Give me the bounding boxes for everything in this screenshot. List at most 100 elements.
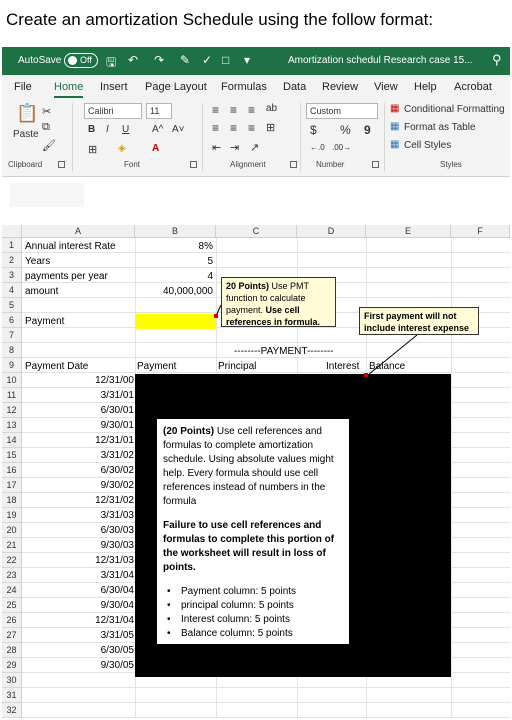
name-box[interactable] — [10, 183, 84, 207]
copy-icon[interactable]: ⧉ — [42, 121, 50, 134]
font-color-icon[interactable]: A — [152, 143, 159, 154]
undo-icon[interactable]: ↶ — [128, 53, 138, 67]
tab-insert[interactable]: Insert — [100, 81, 128, 93]
decrease-decimal-icon[interactable]: .00→ — [332, 143, 351, 152]
increase-indent-icon[interactable]: ⇥ — [230, 141, 239, 154]
list-item: Interest column: 5 points — [167, 613, 343, 627]
document-title: Amortization schedul Research case 15... — [288, 55, 473, 66]
row-header[interactable]: 26 — [2, 613, 22, 628]
payment-date-cell: 9/30/03 — [100, 540, 134, 551]
row-header[interactable]: 23 — [2, 568, 22, 583]
bold-button[interactable]: B — [88, 124, 95, 135]
align-middle-icon[interactable]: ≡ — [230, 103, 237, 117]
italic-button[interactable]: I — [106, 124, 109, 135]
tab-view[interactable]: View — [374, 81, 398, 93]
save-icon[interactable]: 🖫 — [106, 53, 116, 74]
paste-icon[interactable]: 📋 — [16, 103, 38, 124]
instructions-points: (20 Points) — [163, 426, 215, 437]
merge-center-icon[interactable]: ⊞ — [266, 121, 275, 134]
tab-help[interactable]: Help — [414, 81, 437, 93]
percent-button[interactable]: % — [340, 123, 351, 137]
font-name-select[interactable]: Calibri — [84, 103, 142, 119]
cut-icon[interactable]: ✂ — [42, 105, 51, 118]
format-painter-icon[interactable]: 🖌 — [42, 139, 56, 152]
borders-icon[interactable]: ⊞ — [88, 143, 97, 156]
shrink-font-button[interactable]: A˅ — [172, 124, 185, 135]
conditional-formatting-icon[interactable]: ▦ — [390, 103, 399, 114]
redo-icon[interactable]: ↷ — [154, 53, 164, 67]
format-as-table-button[interactable]: Format as Table — [404, 122, 476, 133]
number-launcher-icon[interactable] — [372, 161, 379, 168]
autosave-label: AutoSave — [18, 55, 62, 66]
row-header[interactable]: 30 — [2, 673, 22, 688]
tab-home[interactable]: Home — [54, 81, 84, 98]
clipboard-launcher-icon[interactable] — [58, 161, 65, 168]
align-bottom-icon[interactable]: ≡ — [248, 103, 255, 117]
tab-file[interactable]: File — [14, 81, 32, 93]
tab-review[interactable]: Review — [322, 81, 358, 93]
format-painter-icon[interactable]: ✎ — [180, 53, 190, 67]
comment-indicator — [214, 314, 218, 318]
row-header[interactable]: 16 — [2, 463, 22, 478]
search-icon[interactable]: ⚲ — [492, 52, 502, 68]
align-left-icon[interactable]: ≡ — [212, 121, 219, 135]
payment-date-cell: 3/31/03 — [100, 510, 134, 521]
underline-button[interactable]: U — [122, 124, 129, 135]
payment-date-cell: 12/31/03 — [95, 555, 134, 566]
payment-date-cell: 9/30/02 — [100, 480, 134, 491]
note-connectors — [215, 304, 418, 376]
comma-button[interactable]: 9 — [364, 123, 371, 137]
new-doc-icon[interactable]: □ — [222, 53, 229, 67]
payment-date-cell: 9/30/04 — [100, 600, 134, 611]
list-item: principal column: 5 points — [167, 599, 343, 613]
decrease-indent-icon[interactable]: ⇤ — [212, 141, 221, 154]
row-header[interactable]: 18 — [2, 493, 22, 508]
align-right-icon[interactable]: ≡ — [248, 121, 255, 135]
instructions-box: (20 Points) Use cell references and form… — [157, 419, 349, 644]
styles-group-label: Styles — [440, 160, 462, 169]
align-top-icon[interactable]: ≡ — [212, 103, 219, 117]
row-header[interactable]: 21 — [2, 538, 22, 553]
font-size-select[interactable]: 11 — [146, 103, 172, 119]
fill-color-icon[interactable]: ◈ — [118, 143, 126, 154]
row-header[interactable]: 32 — [2, 703, 22, 718]
tab-formulas[interactable]: Formulas — [221, 81, 267, 93]
row-header[interactable]: 14 — [2, 433, 22, 448]
row-header[interactable]: 15 — [2, 448, 22, 463]
alignment-launcher-icon[interactable] — [290, 161, 297, 168]
row-header[interactable]: 17 — [2, 478, 22, 493]
increase-decimal-icon[interactable]: ←.0 — [310, 143, 325, 152]
format-as-table-icon[interactable]: ▦ — [390, 121, 399, 132]
tab-acrobat[interactable]: Acrobat — [454, 81, 492, 93]
grow-font-button[interactable]: A^ — [152, 124, 163, 135]
wrap-text-icon[interactable]: ab — [266, 103, 277, 114]
row-header[interactable]: 27 — [2, 628, 22, 643]
row-header[interactable]: 31 — [2, 688, 22, 703]
align-center-icon[interactable]: ≡ — [230, 121, 237, 135]
customize-icon[interactable]: ▾ — [244, 53, 250, 67]
instructions-text: Use cell references and formulas to comp… — [163, 426, 334, 507]
cell-styles-icon[interactable]: ▦ — [390, 139, 399, 150]
font-launcher-icon[interactable] — [190, 161, 197, 168]
row-header[interactable]: 24 — [2, 583, 22, 598]
orientation-icon[interactable]: ↗ — [250, 141, 259, 154]
ribbon-tabs: File Home Insert Page Layout Formulas Da… — [2, 75, 510, 99]
payment-date-cell: 12/31/04 — [95, 615, 134, 626]
spelling-icon[interactable]: ✓ — [202, 53, 212, 67]
number-format-select[interactable]: Custom — [306, 103, 378, 119]
autosave-toggle[interactable]: Off — [64, 53, 98, 68]
row-header[interactable]: 20 — [2, 523, 22, 538]
row-header[interactable]: 25 — [2, 598, 22, 613]
cell-styles-button[interactable]: Cell Styles — [404, 140, 451, 151]
conditional-formatting-button[interactable]: Conditional Formatting — [404, 104, 505, 115]
row-header[interactable]: 28 — [2, 643, 22, 658]
instructions-warning: Failure to use cell references and formu… — [163, 520, 335, 573]
tab-data[interactable]: Data — [283, 81, 306, 93]
payment-date-cell: 12/31/01 — [95, 435, 134, 446]
row-header[interactable]: 22 — [2, 553, 22, 568]
row-header[interactable]: 19 — [2, 508, 22, 523]
row-header[interactable]: 29 — [2, 658, 22, 673]
currency-button[interactable]: $ — [310, 123, 317, 137]
tab-page-layout[interactable]: Page Layout — [145, 81, 207, 93]
paste-button[interactable]: Paste — [13, 129, 39, 140]
